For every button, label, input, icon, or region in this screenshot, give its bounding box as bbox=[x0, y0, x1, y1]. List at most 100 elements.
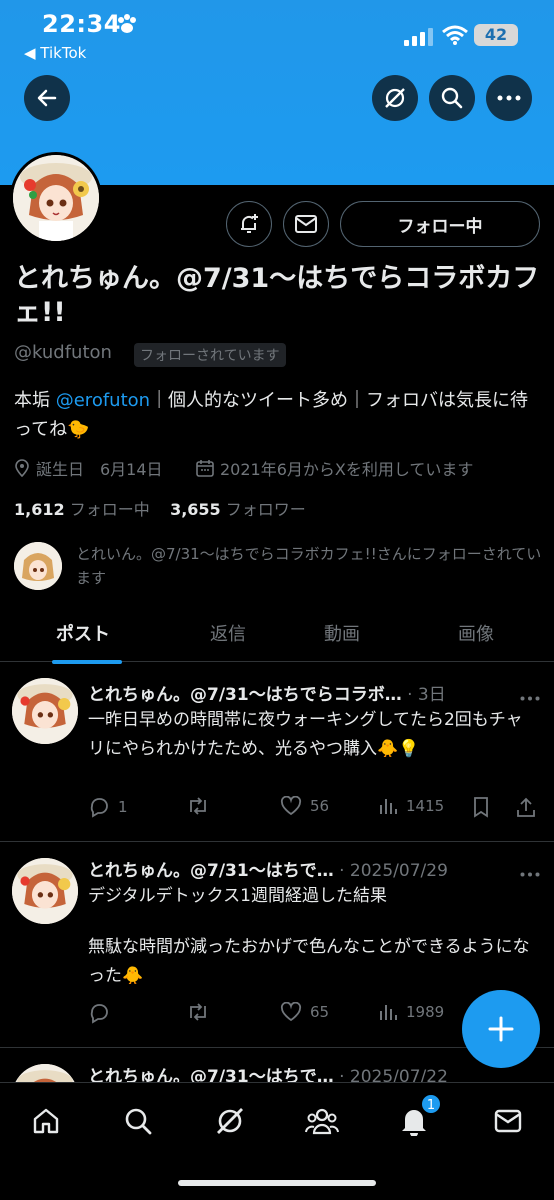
reply-icon bbox=[90, 1004, 108, 1024]
heart-icon bbox=[280, 1002, 302, 1022]
home-icon bbox=[33, 1108, 59, 1134]
post-text-line: デジタルデトックス1週間経過した結果 bbox=[88, 886, 387, 906]
like-button[interactable]: 56 bbox=[280, 796, 329, 816]
location-pin-icon bbox=[15, 459, 29, 477]
status-bar: 22:34 ◀ TikTok 42 bbox=[0, 0, 554, 70]
followed-by-text: とれいん。@7/31〜はちでらコラボカフェ!!さんにフォローされています bbox=[76, 545, 542, 587]
following-button-label: フォロー中 bbox=[397, 216, 483, 237]
back-to-app-link[interactable]: ◀ TikTok bbox=[24, 44, 86, 62]
tab-images[interactable]: 画像 bbox=[458, 620, 494, 646]
birthday-text: 誕生日 6月14日 bbox=[36, 460, 163, 479]
repost-icon bbox=[190, 797, 206, 815]
like-button[interactable]: 65 bbox=[280, 1002, 329, 1022]
profile-bio: 本垢 @erofuton｜個人的なツイート多め｜フォロバは気長に待ってね🐤 bbox=[14, 386, 540, 444]
followers-label: フォロワー bbox=[225, 500, 306, 519]
like-count: 65 bbox=[310, 1003, 330, 1021]
post-more-button[interactable] bbox=[520, 862, 540, 881]
following-button[interactable]: フォロー中 bbox=[340, 201, 540, 247]
followers-count: 3,655 bbox=[170, 500, 221, 519]
more-options-button[interactable] bbox=[486, 75, 532, 121]
plus-icon bbox=[488, 1016, 514, 1042]
bar-chart-icon bbox=[380, 799, 397, 814]
envelope-icon bbox=[494, 1109, 522, 1133]
nav-search[interactable] bbox=[118, 1101, 158, 1141]
profile-handle: @kudfuton bbox=[14, 342, 112, 363]
envelope-icon bbox=[295, 215, 317, 233]
bookmark-button[interactable] bbox=[472, 796, 490, 818]
nav-communities[interactable] bbox=[302, 1101, 342, 1141]
bar-chart-icon bbox=[380, 1005, 397, 1020]
like-count: 56 bbox=[310, 797, 330, 815]
calendar-icon bbox=[196, 460, 214, 477]
share-button[interactable] bbox=[516, 796, 536, 818]
arrow-left-icon bbox=[37, 89, 57, 107]
search-button[interactable] bbox=[429, 75, 475, 121]
notification-badge: 1 bbox=[420, 1093, 442, 1115]
reply-button[interactable]: 1 bbox=[88, 796, 128, 818]
notify-button[interactable] bbox=[226, 201, 272, 247]
message-button[interactable] bbox=[283, 201, 329, 247]
following-label: フォロー中 bbox=[69, 500, 150, 519]
repost-button[interactable] bbox=[186, 796, 218, 816]
tab-videos[interactable]: 動画 bbox=[324, 620, 360, 646]
followed-by-row[interactable]: とれいん。@7/31〜はちでらコラボカフェ!!さんにフォローされています bbox=[14, 540, 544, 596]
nav-grok[interactable] bbox=[210, 1101, 250, 1141]
reply-count: 1 bbox=[118, 798, 128, 816]
heart-icon bbox=[280, 796, 302, 816]
tab-replies[interactable]: 返信 bbox=[210, 620, 246, 646]
ellipsis-icon bbox=[520, 696, 540, 701]
views-button[interactable]: 1989 bbox=[378, 1002, 444, 1022]
bio-mention-link[interactable]: @erofuton bbox=[56, 390, 150, 411]
nav-home[interactable] bbox=[26, 1101, 66, 1141]
bookmark-icon bbox=[474, 797, 488, 818]
share-icon bbox=[517, 797, 535, 817]
reply-icon bbox=[90, 798, 108, 818]
post-avatar[interactable] bbox=[12, 858, 78, 924]
profile-name: とれちゅん。@7/31〜はちでらコラボカフェ!! bbox=[14, 263, 540, 328]
post-avatar[interactable] bbox=[12, 678, 78, 744]
grok-button[interactable] bbox=[372, 75, 418, 121]
wifi-icon bbox=[442, 25, 468, 49]
view-count: 1989 bbox=[406, 1003, 445, 1021]
paw-icon bbox=[116, 14, 138, 38]
ellipsis-icon bbox=[497, 95, 521, 101]
tab-posts[interactable]: ポスト bbox=[56, 620, 110, 646]
reply-button[interactable] bbox=[88, 1002, 118, 1024]
post-header: とれちゅん。@7/31〜はちでらコラボ… · 3日 bbox=[88, 680, 446, 705]
views-button[interactable]: 1415 bbox=[378, 796, 444, 816]
grok-icon bbox=[217, 1108, 243, 1134]
avatar-illustration bbox=[13, 155, 99, 241]
post-date: · 2025/07/29 bbox=[339, 861, 448, 881]
following-count-link[interactable]: 1,612 フォロー中 bbox=[14, 500, 150, 519]
repost-button[interactable] bbox=[186, 1002, 218, 1022]
post-more-button[interactable] bbox=[520, 686, 540, 705]
post-actions: 1 56 1415 bbox=[88, 796, 540, 822]
follow-counts: 1,612 フォロー中 3,655 フォロワー bbox=[14, 496, 306, 520]
profile-tabs: ポスト 返信 動画 画像 bbox=[0, 604, 554, 664]
post-date: · 3日 bbox=[407, 685, 446, 705]
view-count: 1415 bbox=[406, 797, 445, 815]
joined-info: 2021年6月からXを利用しています bbox=[196, 456, 473, 480]
post-author-name[interactable]: とれちゅん。@7/31〜はちでらコラボ… bbox=[88, 685, 402, 705]
post-item[interactable]: とれちゅん。@7/31〜はちでらコラボ… · 3日 一昨日早めの時間帯に夜ウォー… bbox=[0, 662, 554, 842]
battery-indicator: 42 bbox=[474, 24, 518, 46]
post-text-line: 無駄な時間が減ったおかげで色んなことができるようになった🐥 bbox=[88, 937, 530, 986]
post-author-name[interactable]: とれちゅん。@7/31〜はちで… bbox=[88, 861, 334, 881]
status-time: 22:34 bbox=[42, 10, 121, 38]
followers-count-link[interactable]: 3,655 フォロワー bbox=[170, 500, 306, 519]
profile-avatar[interactable] bbox=[10, 152, 102, 244]
back-button[interactable] bbox=[24, 75, 70, 121]
signal-icon bbox=[404, 28, 434, 50]
repost-icon bbox=[190, 1003, 206, 1021]
grok-icon bbox=[385, 88, 405, 108]
joined-text: 2021年6月からXを利用しています bbox=[220, 460, 474, 479]
search-icon bbox=[441, 87, 463, 109]
nav-messages[interactable] bbox=[488, 1101, 528, 1141]
compose-button[interactable] bbox=[462, 990, 540, 1068]
home-indicator bbox=[178, 1180, 376, 1186]
follower-avatar bbox=[14, 542, 62, 590]
bell-plus-icon bbox=[241, 214, 258, 233]
people-icon bbox=[305, 1108, 339, 1135]
post-text: 一昨日早めの時間帯に夜ウォーキングしてたら2回もチャリにやられかけたため、光るや… bbox=[88, 710, 523, 759]
following-count: 1,612 bbox=[14, 500, 65, 519]
